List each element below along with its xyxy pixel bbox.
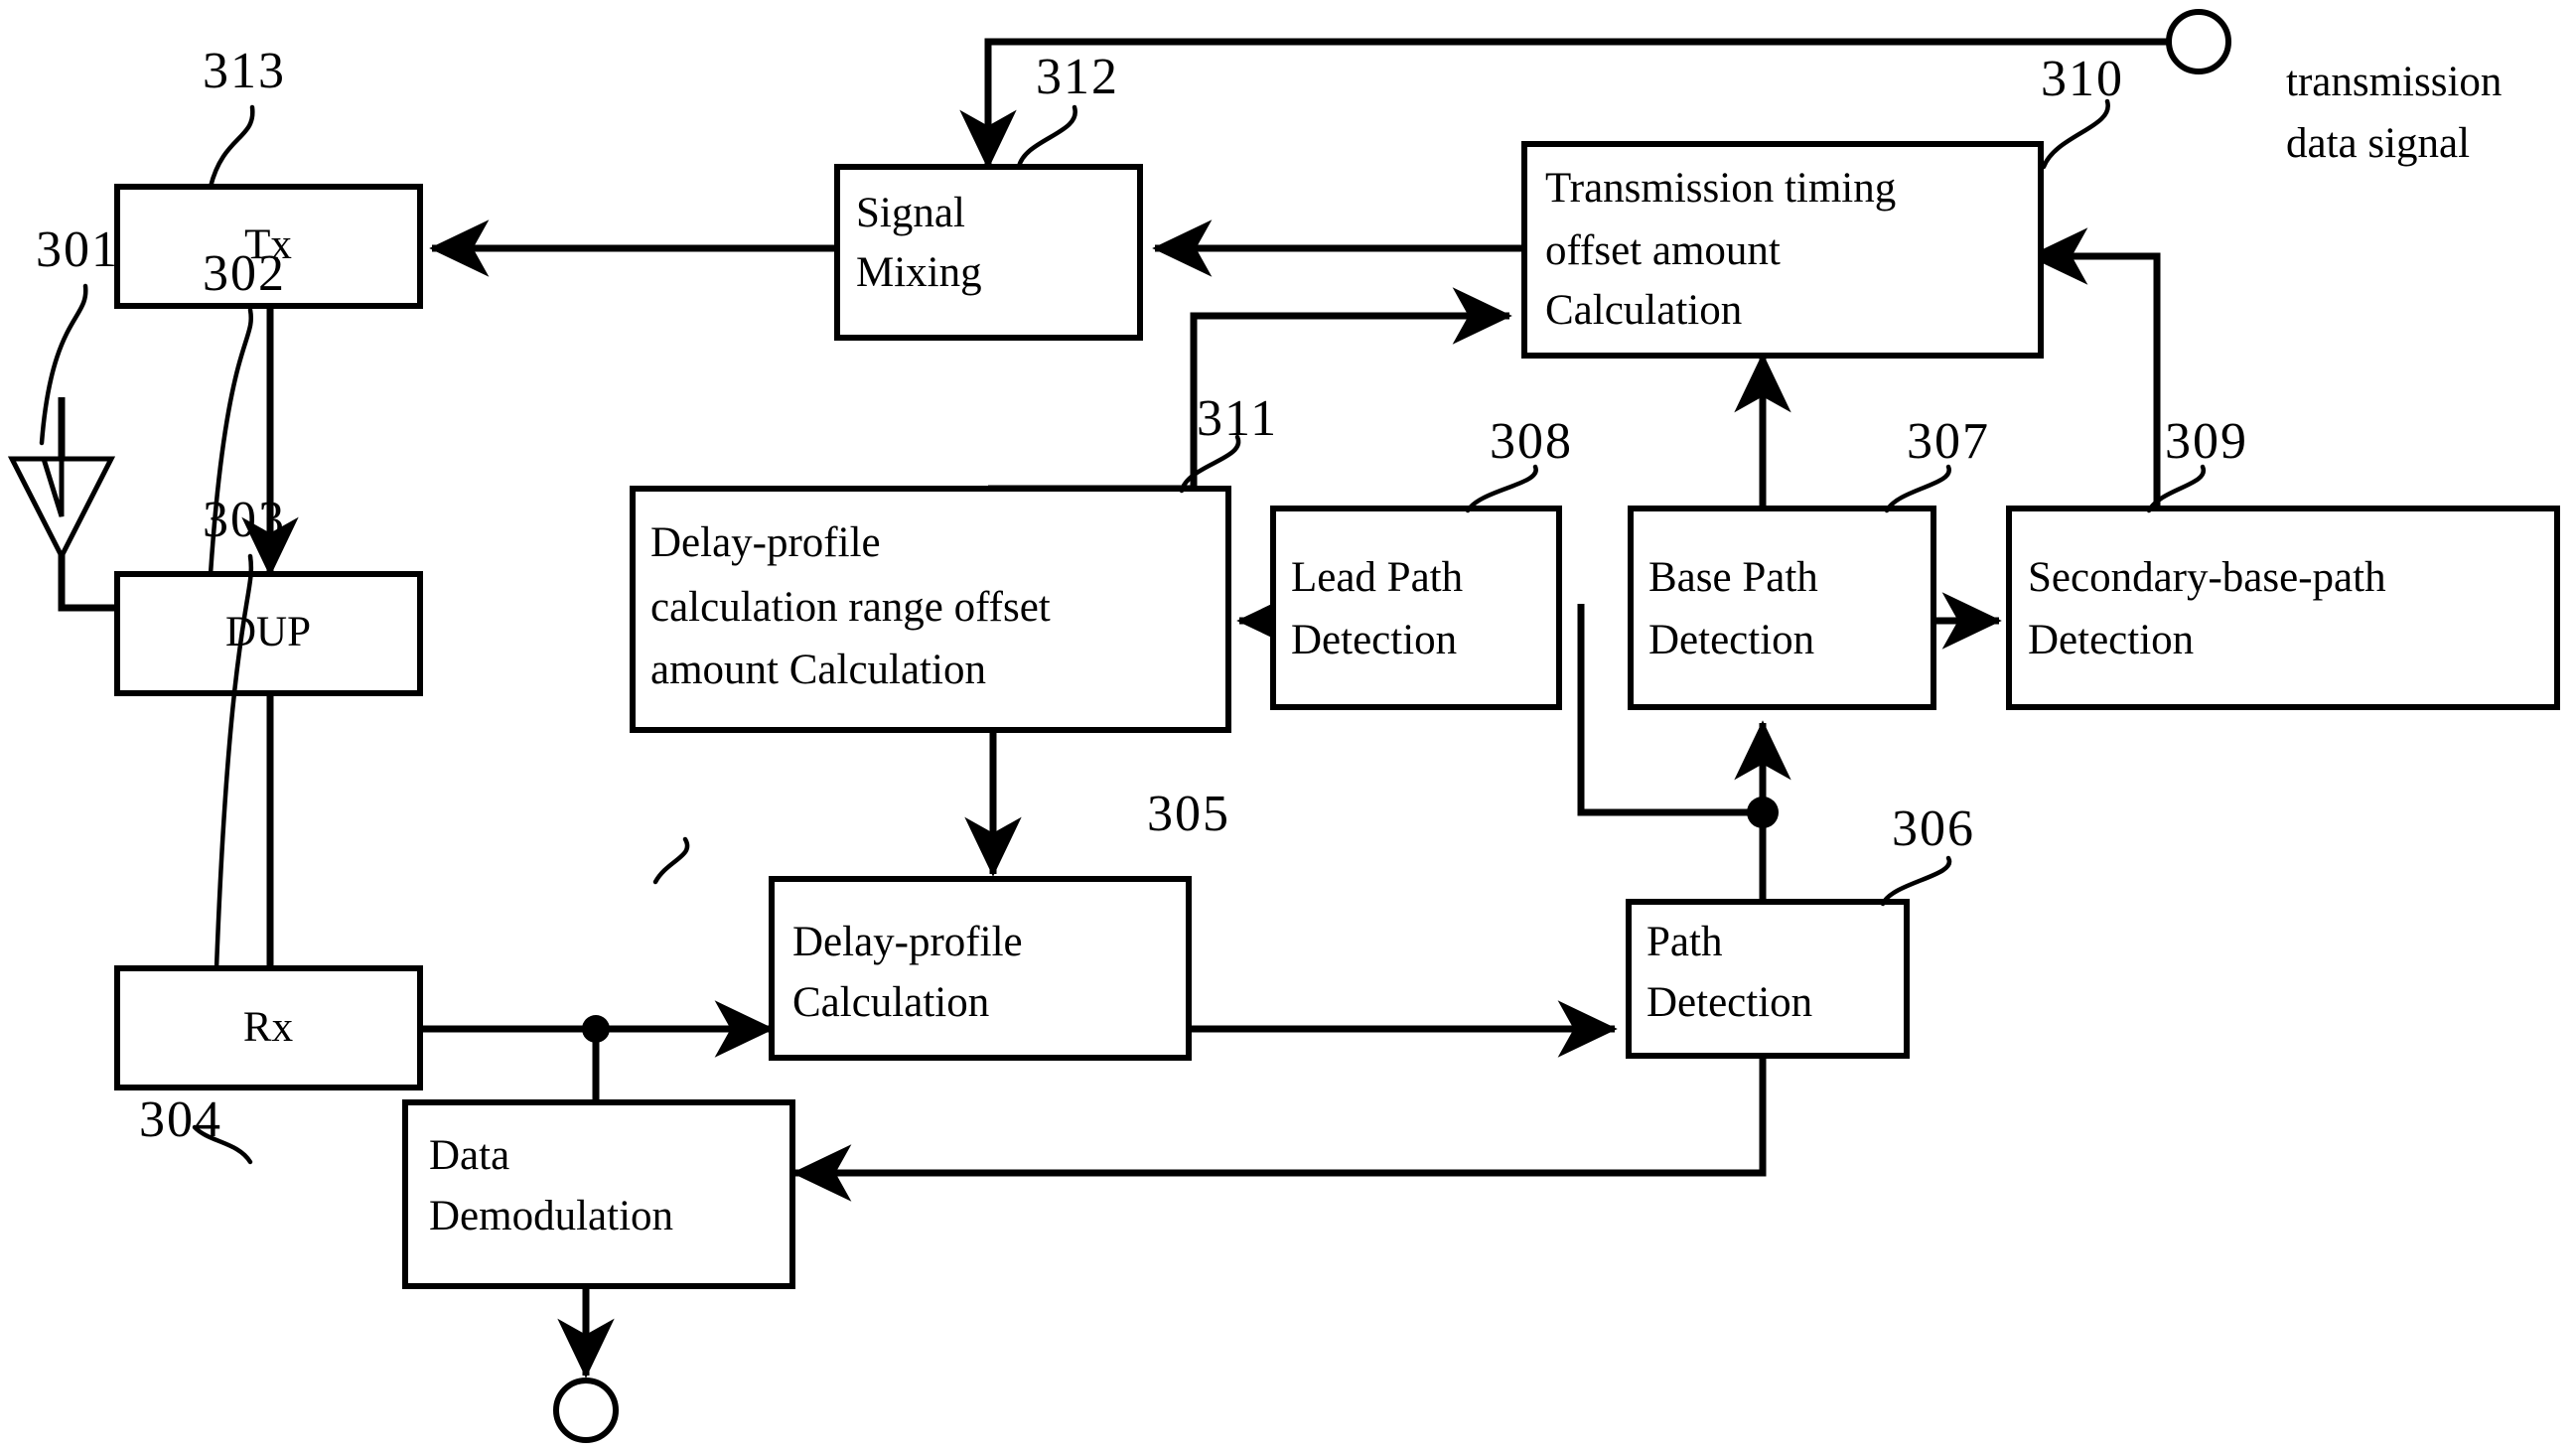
leader-line-lead-path-detection	[1465, 464, 1538, 513]
block-base-path-detection-label-line1: Base Path	[1648, 554, 1818, 601]
block-delay-profile-calculation-label-line2: Calculation	[792, 979, 989, 1026]
junction-dot-icon-path-detection-branch	[1747, 797, 1779, 828]
block-path-detection[interactable]: Path Detection	[1626, 899, 1910, 1059]
block-dp-range-offset-label-line1: Delay-profile	[650, 519, 881, 566]
block-transmission-timing-offset-label-line3: Calculation	[1545, 287, 1742, 334]
block-lead-path-detection-label-line1: Lead Path	[1291, 554, 1463, 601]
leader-line-transmission-timing-offset	[2041, 98, 2110, 170]
leader-line-data-demodulation	[192, 1124, 253, 1165]
block-lead-path-detection-rect[interactable]	[1270, 506, 1562, 710]
wire-path-detection-to-data-demod	[791, 1058, 1767, 1202]
block-secondary-base-path-detection[interactable]: Secondary-base-path Detection	[2006, 506, 2560, 710]
block-delay-profile-calculation[interactable]: Delay-profile Calculation	[769, 876, 1192, 1061]
block-dp-range-offset-label-line2: calculation range offset	[650, 584, 1051, 631]
block-lead-path-detection-label-line2: Detection	[1291, 617, 1457, 663]
block-base-path-detection-label-line2: Detection	[1648, 617, 1814, 663]
block-secondary-base-path-detection-label-line2: Detection	[2028, 617, 2194, 663]
block-delay-profile-calculation-label-line1: Delay-profile	[792, 919, 1023, 965]
block-signal-mixing-label-line1: Signal	[856, 190, 965, 236]
block-signal-mixing[interactable]: Signal Mixing	[834, 164, 1143, 341]
block-signal-mixing-label-line2: Mixing	[856, 249, 982, 296]
top-right-terminal-circle[interactable]	[2166, 9, 2231, 74]
bottom-output-terminal-circle[interactable]	[553, 1378, 619, 1443]
block-lead-path-detection[interactable]: Lead Path Detection	[1270, 506, 1562, 710]
wire-dp-range-offset-to-tx-timing	[988, 287, 1512, 493]
block-path-detection-label-line1: Path	[1646, 919, 1722, 965]
block-rx[interactable]: Rx	[114, 965, 423, 1090]
ref-numeral-tx: 313	[203, 43, 286, 99]
ref-numeral-antenna: 301	[36, 221, 119, 278]
external-label-transmission-data-signal-line2: data signal	[2286, 120, 2470, 167]
patent-figure-canvas: Tx DUP Rx Data Demodulation Signal Mixin…	[0, 0, 2576, 1452]
block-rx-label: Rx	[243, 1004, 293, 1051]
block-dp-range-offset-label-line3: amount Calculation	[650, 647, 986, 693]
leader-line-delay-profile-calculation	[652, 836, 690, 885]
block-transmission-timing-offset-label-line2: offset amount	[1545, 227, 1781, 274]
block-delay-profile-range-offset[interactable]: Delay-profile calculation range offset a…	[630, 486, 1231, 733]
block-transmission-timing-offset[interactable]: Transmission timing offset amount Calcul…	[1521, 141, 2044, 359]
antenna-icon	[7, 456, 116, 562]
external-label-transmission-data-signal-line1: transmission	[2286, 59, 2502, 105]
block-data-demodulation-label-line2: Demodulation	[429, 1193, 673, 1239]
junction-dot-icon-rx-branch	[582, 1015, 610, 1043]
block-diagram-svg: Tx DUP Rx Data Demodulation Signal Mixin…	[7, 9, 2560, 1443]
leader-line-base-path-detection	[1884, 464, 1951, 513]
leader-line-path-detection	[1880, 855, 1952, 907]
block-secondary-base-path-detection-label-line1: Secondary-base-path	[2028, 554, 2386, 601]
block-data-demodulation[interactable]: Data Demodulation	[402, 1099, 795, 1289]
block-transmission-timing-offset-label-line1: Transmission timing	[1545, 165, 1896, 212]
block-dup[interactable]: DUP	[114, 571, 423, 696]
block-delay-profile-calculation-rect[interactable]	[769, 876, 1192, 1061]
block-base-path-detection-rect[interactable]	[1628, 506, 1936, 710]
ref-numeral-rx: 303	[203, 492, 286, 548]
block-path-detection-label-line2: Detection	[1646, 979, 1812, 1026]
block-base-path-detection[interactable]: Base Path Detection	[1628, 506, 1936, 710]
block-secondary-base-path-detection-rect[interactable]	[2006, 506, 2560, 710]
leader-line-tx	[208, 104, 255, 190]
leader-line-signal-mixing	[1016, 104, 1077, 170]
block-data-demodulation-label-line1: Data	[429, 1132, 509, 1179]
ref-numeral-dup: 302	[203, 245, 286, 302]
